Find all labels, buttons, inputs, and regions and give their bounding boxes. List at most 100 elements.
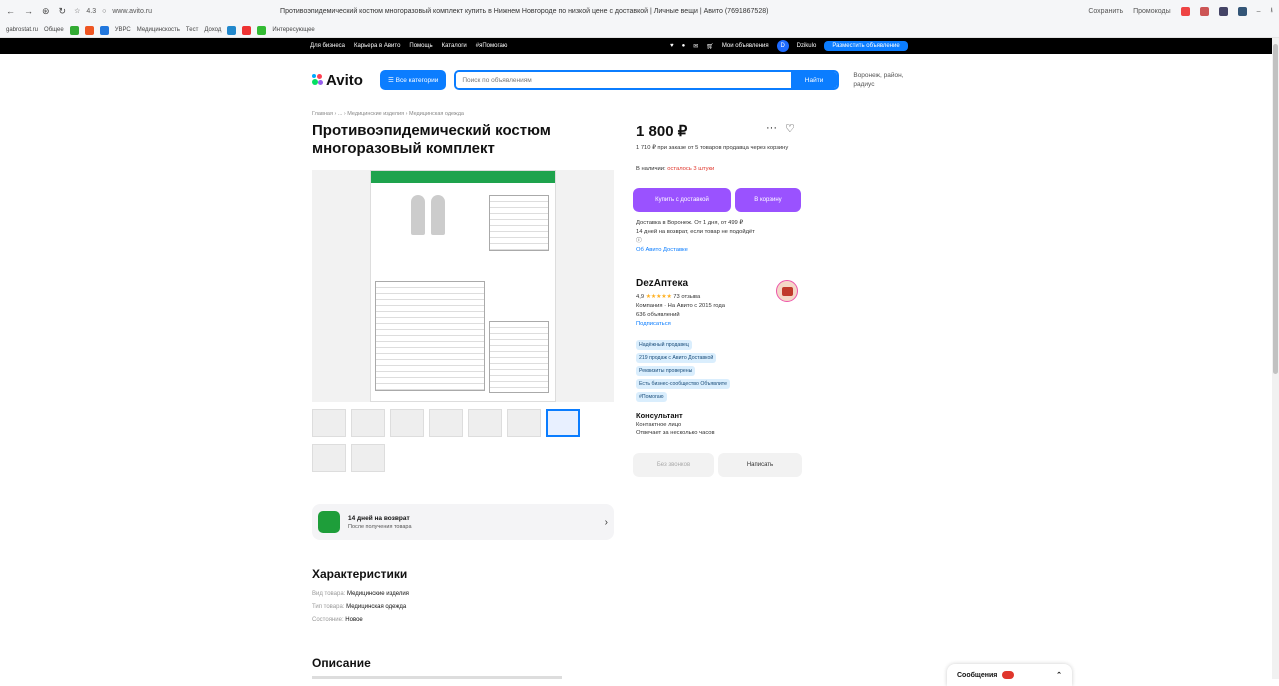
my-ads-link[interactable]: Мои объявления: [722, 43, 769, 49]
cart-icon[interactable]: 🛒︎: [706, 43, 714, 50]
search-input[interactable]: [456, 72, 791, 88]
thumbnail[interactable]: [429, 409, 463, 437]
bookmark-icon[interactable]: [84, 25, 94, 35]
reviews-link[interactable]: 73 отзыва: [673, 294, 700, 300]
address-field[interactable]: ☆ 4.3 ○ www.avito.ru: [74, 7, 152, 16]
location-selector[interactable]: Воронеж, район, радиус: [853, 71, 933, 89]
profile-name[interactable]: Dzikulo: [797, 43, 817, 49]
bookmark-item[interactable]: Общее: [44, 27, 64, 33]
favorite-heart-icon[interactable]: ♡: [785, 122, 795, 135]
address-bar-row: ← → ⊛ ↻ ☆ 4.3 ○ www.avito.ru Противоэпид…: [0, 0, 1279, 22]
back-icon[interactable]: ←: [6, 6, 15, 17]
char-key: Тип товара:: [312, 604, 345, 610]
bookmark-item[interactable]: Тест: [186, 27, 198, 33]
reload-icon[interactable]: ↻: [59, 6, 67, 17]
find-button[interactable]: Найти: [790, 72, 838, 88]
bookmark-icon[interactable]: [242, 25, 252, 35]
thumbnail[interactable]: [468, 409, 502, 437]
add-to-cart-button[interactable]: В корзину: [735, 188, 801, 212]
thumbnail[interactable]: [507, 409, 541, 437]
bookmark-item[interactable]: Доход: [204, 27, 221, 33]
thumbnail[interactable]: [390, 409, 424, 437]
product-image[interactable]: [312, 170, 614, 402]
thumbnail[interactable]: [351, 444, 385, 472]
forward-icon[interactable]: →: [24, 6, 33, 17]
availability-label: В наличии:: [636, 166, 666, 172]
price: 1 800 ₽: [636, 123, 688, 140]
consultant-role: Контактное лицо: [636, 422, 682, 428]
minimize-icon[interactable]: –: [1257, 8, 1261, 15]
topbar-link-help-tag[interactable]: #яПомогаю: [476, 43, 508, 49]
product-document-image: [370, 170, 556, 402]
more-icon[interactable]: ···: [766, 122, 777, 135]
buy-with-delivery-button[interactable]: Купить с доставкой: [633, 188, 731, 212]
bell-icon[interactable]: ●: [682, 43, 686, 49]
page-title-tab: Противоэпидемический костюм многоразовый…: [280, 7, 769, 15]
call-button[interactable]: Без звонков: [633, 453, 714, 477]
thumbnail-selected[interactable]: [546, 409, 580, 437]
logo-mark-icon: [312, 74, 324, 86]
seller-ads-count[interactable]: 636 объявлений: [636, 311, 796, 320]
extension-icon[interactable]: [1199, 6, 1209, 16]
thumbnail[interactable]: [312, 409, 346, 437]
seller-badge: Надёжный продавец: [636, 340, 692, 350]
bookmark-icon[interactable]: [257, 25, 267, 35]
topbar-link-career[interactable]: Карьера в Авито: [354, 43, 400, 49]
promo-title: 14 дней на возврат: [348, 514, 410, 522]
characteristic-row: Состояние: Новое: [312, 614, 409, 627]
seller-name[interactable]: DezАптека: [636, 278, 688, 289]
topbar-links: Для бизнеса Карьера в Авито Помощь Катал…: [310, 43, 507, 49]
thumbnail[interactable]: [312, 444, 346, 472]
char-value: Медицинская одежда: [346, 604, 407, 610]
save-button[interactable]: Сохранить: [1088, 8, 1123, 15]
topbar-link-business[interactable]: Для бизнеса: [310, 43, 345, 49]
subscribe-link[interactable]: Подписаться: [636, 320, 796, 329]
breadcrumb[interactable]: Главная › ... › Медицинские изделия › Ме…: [312, 111, 464, 117]
delivery-link[interactable]: Об Авито Доставке: [636, 246, 806, 255]
url-text[interactable]: www.avito.ru: [112, 8, 152, 15]
extension-icon[interactable]: [1218, 6, 1228, 16]
avatar[interactable]: D: [776, 40, 789, 52]
bulk-price-note: 1 710 ₽ при заказе от 5 товаров продавца…: [636, 145, 789, 151]
browser-chrome: ← → ⊛ ↻ ☆ 4.3 ○ www.avito.ru Противоэпид…: [0, 0, 1279, 38]
return-icon: [318, 511, 340, 533]
promo-button[interactable]: Промокоды: [1133, 8, 1171, 15]
info-icon[interactable]: ⓘ: [636, 237, 806, 246]
messages-widget[interactable]: Сообщения ⌃: [947, 664, 1072, 686]
extension-icon[interactable]: [1180, 6, 1190, 16]
topbar-link-catalogs[interactable]: Каталоги: [442, 43, 467, 49]
seller-rating: 4,9: [636, 294, 645, 300]
bookmark-icon[interactable]: [69, 25, 79, 35]
all-categories-button[interactable]: ☰ Все категории: [380, 70, 447, 90]
bookmark-item[interactable]: Интересующее: [272, 27, 314, 33]
write-button[interactable]: Написать: [718, 453, 802, 477]
post-ad-button[interactable]: Разместить объявление: [824, 41, 908, 51]
chevron-up-icon[interactable]: ⌃: [1056, 671, 1062, 679]
scrollbar[interactable]: [1272, 38, 1279, 679]
messages-icon[interactable]: ✉: [693, 43, 698, 50]
delivery-line: Доставка в Воронеж. От 1 дня, от 499 ₽: [636, 220, 744, 226]
bookmark-icon[interactable]: [227, 25, 237, 35]
site-topbar: Для бизнеса Карьера в Авито Помощь Катал…: [0, 38, 1279, 54]
download-icon[interactable]: ⭳: [1271, 6, 1273, 17]
site-header: Avito ☰ Все категории Найти Воронеж, рай…: [312, 66, 972, 94]
shield-icon[interactable]: ⊛: [42, 6, 50, 17]
topbar-link-help[interactable]: Помощь: [409, 43, 432, 49]
avito-logo[interactable]: Avito: [312, 72, 372, 89]
heart-icon[interactable]: ♥: [670, 43, 674, 49]
extension-icon[interactable]: [1237, 6, 1247, 16]
menu-icon: ☰: [388, 77, 396, 84]
bookmark-item[interactable]: УВРС: [115, 27, 131, 33]
browser-actions: Сохранить Промокоды – ⭳: [1088, 6, 1273, 17]
seller-info: 4,9 ★★★★★ 73 отзыва Компания · На Авито …: [636, 293, 796, 329]
bookmark-item[interactable]: gabrostat.ru: [6, 27, 38, 33]
availability: В наличии: осталось 3 штуки: [636, 166, 714, 172]
bookmark-icon[interactable]: [99, 25, 109, 35]
seller-badge: Есть бизнес-сообщество Объявлите: [636, 379, 730, 389]
thumbnail[interactable]: [351, 409, 385, 437]
buy-actions: Купить с доставкой В корзину: [633, 188, 801, 212]
return-promo-banner[interactable]: 14 дней на возврат После получения товар…: [312, 504, 614, 540]
bookmark-item[interactable]: Медицинскость: [137, 27, 180, 33]
categories-label: Все категории: [395, 76, 439, 84]
price-actions: ··· ♡: [766, 122, 795, 135]
